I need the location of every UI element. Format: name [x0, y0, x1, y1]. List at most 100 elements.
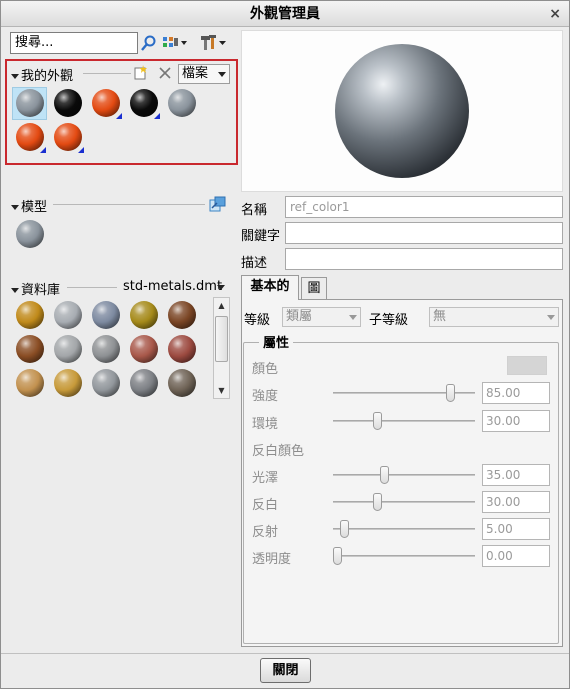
library-swatch[interactable] [16, 301, 44, 329]
library-file-dropdown[interactable]: std-metals.dmt [123, 279, 229, 294]
intensity-value[interactable]: 85.00 [482, 382, 550, 404]
highlight-slider-thumb[interactable] [372, 493, 382, 511]
collapse-arrow-icon [11, 288, 19, 293]
chevron-down-icon [218, 72, 226, 77]
highlight-slider-track[interactable] [333, 501, 475, 503]
library-swatch[interactable] [92, 335, 120, 363]
description-field[interactable] [285, 248, 563, 270]
shininess-label: 光澤 [252, 471, 279, 486]
ambient-slider-thumb[interactable] [372, 412, 382, 430]
shininess-slider-track[interactable] [333, 474, 475, 476]
library-swatch[interactable] [92, 369, 120, 397]
model-label: 模型 [21, 200, 48, 215]
delete-icon[interactable] [158, 66, 172, 80]
modified-marker-icon [116, 113, 122, 119]
scroll-down-icon[interactable]: ▼ [214, 383, 229, 398]
library-label: 資料庫 [21, 283, 61, 298]
preview-sphere [335, 44, 469, 178]
library-file-label: std-metals.dmt [123, 279, 223, 294]
search-icon[interactable] [140, 35, 157, 52]
library-swatch[interactable] [16, 369, 44, 397]
divider [83, 73, 131, 74]
shininess-value[interactable]: 35.00 [482, 464, 550, 486]
library-swatch[interactable] [54, 369, 82, 397]
transparency-label: 透明度 [252, 552, 292, 567]
footer-divider [1, 653, 569, 654]
divider [53, 204, 205, 205]
title-bar: 外觀管理員 × [1, 1, 569, 27]
modified-marker-icon [40, 147, 46, 153]
library-swatch[interactable] [54, 335, 82, 363]
scrollbar-thumb[interactable] [215, 316, 228, 362]
close-button[interactable]: 關閉 [260, 658, 311, 683]
modified-marker-icon [154, 113, 160, 119]
subclass-label: 子等級 [369, 313, 409, 328]
name-field[interactable]: ref_color1 [285, 196, 563, 218]
library-swatch[interactable] [130, 301, 158, 329]
tools-icon[interactable] [200, 34, 228, 52]
keywords-label: 關鍵字 [241, 229, 281, 244]
gray-sphere[interactable] [16, 89, 44, 117]
view-options-icon[interactable] [163, 36, 189, 52]
library-swatch[interactable] [168, 335, 196, 363]
reflection-slider-track[interactable] [333, 528, 475, 530]
description-label: 描述 [241, 256, 268, 271]
gray-sphere[interactable] [168, 89, 196, 117]
library-swatch[interactable] [54, 301, 82, 329]
library-swatch[interactable] [92, 301, 120, 329]
modified-marker-icon [78, 147, 84, 153]
collapse-arrow-icon [11, 205, 19, 210]
class-label: 等級 [244, 313, 271, 328]
library-swatch[interactable] [130, 335, 158, 363]
gray-sphere[interactable] [16, 220, 44, 248]
my-appearances-header[interactable]: 我的外觀 [11, 65, 73, 84]
keywords-field[interactable] [285, 222, 563, 244]
class-dropdown[interactable]: 類屬 [282, 307, 361, 327]
library-swatch[interactable] [168, 369, 196, 397]
subclass-dropdown[interactable]: 無 [429, 307, 559, 327]
highlight-label: 反白 [252, 498, 279, 513]
model-appearance-icon[interactable] [209, 196, 226, 213]
collapse-arrow-icon [11, 74, 19, 79]
subclass-value: 無 [433, 309, 447, 324]
search-input[interactable]: 搜尋... [10, 32, 138, 54]
appearance-preview [241, 30, 563, 192]
new-appearance-icon[interactable] [134, 65, 149, 80]
color-swatch[interactable] [507, 356, 547, 375]
chevron-down-icon [547, 315, 555, 320]
close-icon[interactable]: × [549, 1, 561, 27]
transparency-slider-track[interactable] [333, 555, 475, 557]
chevron-down-icon [349, 315, 357, 320]
reflection-slider-thumb[interactable] [339, 520, 349, 538]
file-menu-label: 檔案 [182, 66, 209, 81]
highlight-color-label: 反白顏色 [252, 444, 305, 459]
library-swatch[interactable] [168, 301, 196, 329]
ambient-value[interactable]: 30.00 [482, 410, 550, 432]
library-swatch[interactable] [16, 335, 44, 363]
library-swatch[interactable] [130, 369, 158, 397]
tab-basic[interactable]: 基本的 [241, 275, 299, 300]
properties-title: 屬性 [259, 332, 294, 351]
color-label: 顏色 [252, 362, 279, 377]
class-value: 類屬 [286, 309, 313, 324]
intensity-label: 強度 [252, 389, 279, 404]
tab-map[interactable]: 圖 [301, 277, 327, 299]
model-header[interactable]: 模型 [11, 196, 47, 215]
file-menu-dropdown[interactable]: 檔案 [178, 64, 230, 84]
library-header[interactable]: 資料庫 [11, 279, 60, 298]
library-scrollbar[interactable]: ▲ ▼ [213, 297, 230, 399]
transparency-value[interactable]: 0.00 [482, 545, 550, 567]
highlight-value[interactable]: 30.00 [482, 491, 550, 513]
appearance-manager-window: 外觀管理員 × 搜尋... 我的外觀 檔案 模型 資料庫 std-metals.… [0, 0, 570, 689]
chevron-down-icon [217, 285, 225, 290]
window-title: 外觀管理員 [250, 6, 320, 22]
black-sphere[interactable] [54, 89, 82, 117]
divider [67, 287, 117, 288]
scroll-up-icon[interactable]: ▲ [214, 298, 229, 313]
transparency-slider-thumb[interactable] [333, 547, 342, 565]
ambient-label: 環境 [252, 417, 279, 432]
ambient-slider-track[interactable] [333, 420, 475, 422]
intensity-slider-thumb[interactable] [446, 384, 456, 402]
reflection-value[interactable]: 5.00 [482, 518, 550, 540]
shininess-slider-thumb[interactable] [379, 466, 389, 484]
